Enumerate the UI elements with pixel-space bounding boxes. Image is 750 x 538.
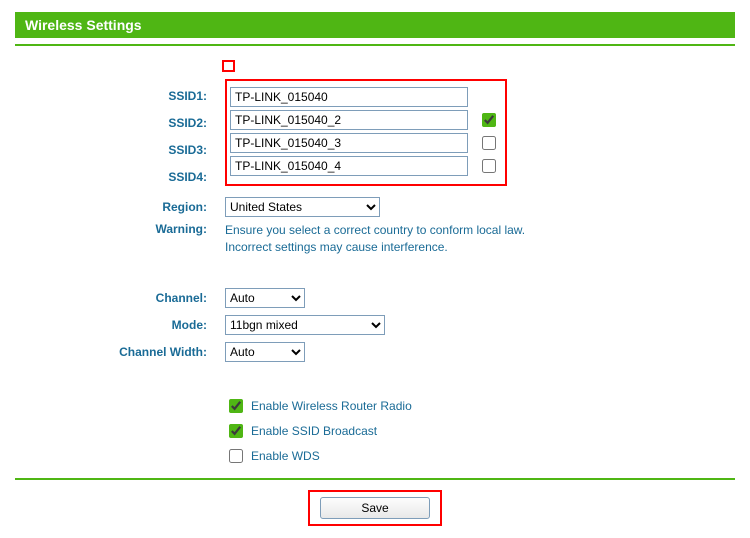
ssid4-label: SSID4: <box>15 170 225 184</box>
ssid4-enable-checkbox[interactable] <box>482 159 496 173</box>
channel-select[interactable]: Auto <box>225 288 305 308</box>
ssid4-input[interactable] <box>230 156 468 176</box>
ssid-highlight-box <box>222 60 235 72</box>
ssid2-enable-checkbox[interactable] <box>482 113 496 127</box>
mode-label: Mode: <box>15 318 225 332</box>
divider-top <box>15 44 735 46</box>
divider-bottom <box>15 478 735 480</box>
ssid2-label: SSID2: <box>15 116 225 130</box>
warning-text-line2: Incorrect settings may cause interferenc… <box>225 239 735 256</box>
warning-text-line1: Ensure you select a correct country to c… <box>225 222 735 239</box>
region-select[interactable]: United States <box>225 197 380 217</box>
channel-width-label: Channel Width: <box>15 345 225 359</box>
enable-broadcast-checkbox[interactable] <box>229 424 243 438</box>
enable-broadcast-label: Enable SSID Broadcast <box>251 424 377 438</box>
enable-radio-label: Enable Wireless Router Radio <box>251 399 412 413</box>
warning-label: Warning: <box>15 222 225 236</box>
enable-wds-label: Enable WDS <box>251 449 320 463</box>
save-highlight-box: Save <box>308 490 442 526</box>
channel-label: Channel: <box>15 291 225 305</box>
mode-select[interactable]: 11bgn mixed <box>225 315 385 335</box>
ssid1-input[interactable] <box>230 87 468 107</box>
enable-wds-checkbox[interactable] <box>229 449 243 463</box>
ssid3-input[interactable] <box>230 133 468 153</box>
ssid3-enable-checkbox[interactable] <box>482 136 496 150</box>
ssid1-label: SSID1: <box>15 89 225 103</box>
ssid2-input[interactable] <box>230 110 468 130</box>
region-label: Region: <box>15 200 225 214</box>
save-button[interactable]: Save <box>320 497 430 519</box>
ssid3-label: SSID3: <box>15 143 225 157</box>
channel-width-select[interactable]: Auto <box>225 342 305 362</box>
page-title: Wireless Settings <box>15 12 735 38</box>
enable-radio-checkbox[interactable] <box>229 399 243 413</box>
ssid-group-highlight <box>225 79 507 186</box>
